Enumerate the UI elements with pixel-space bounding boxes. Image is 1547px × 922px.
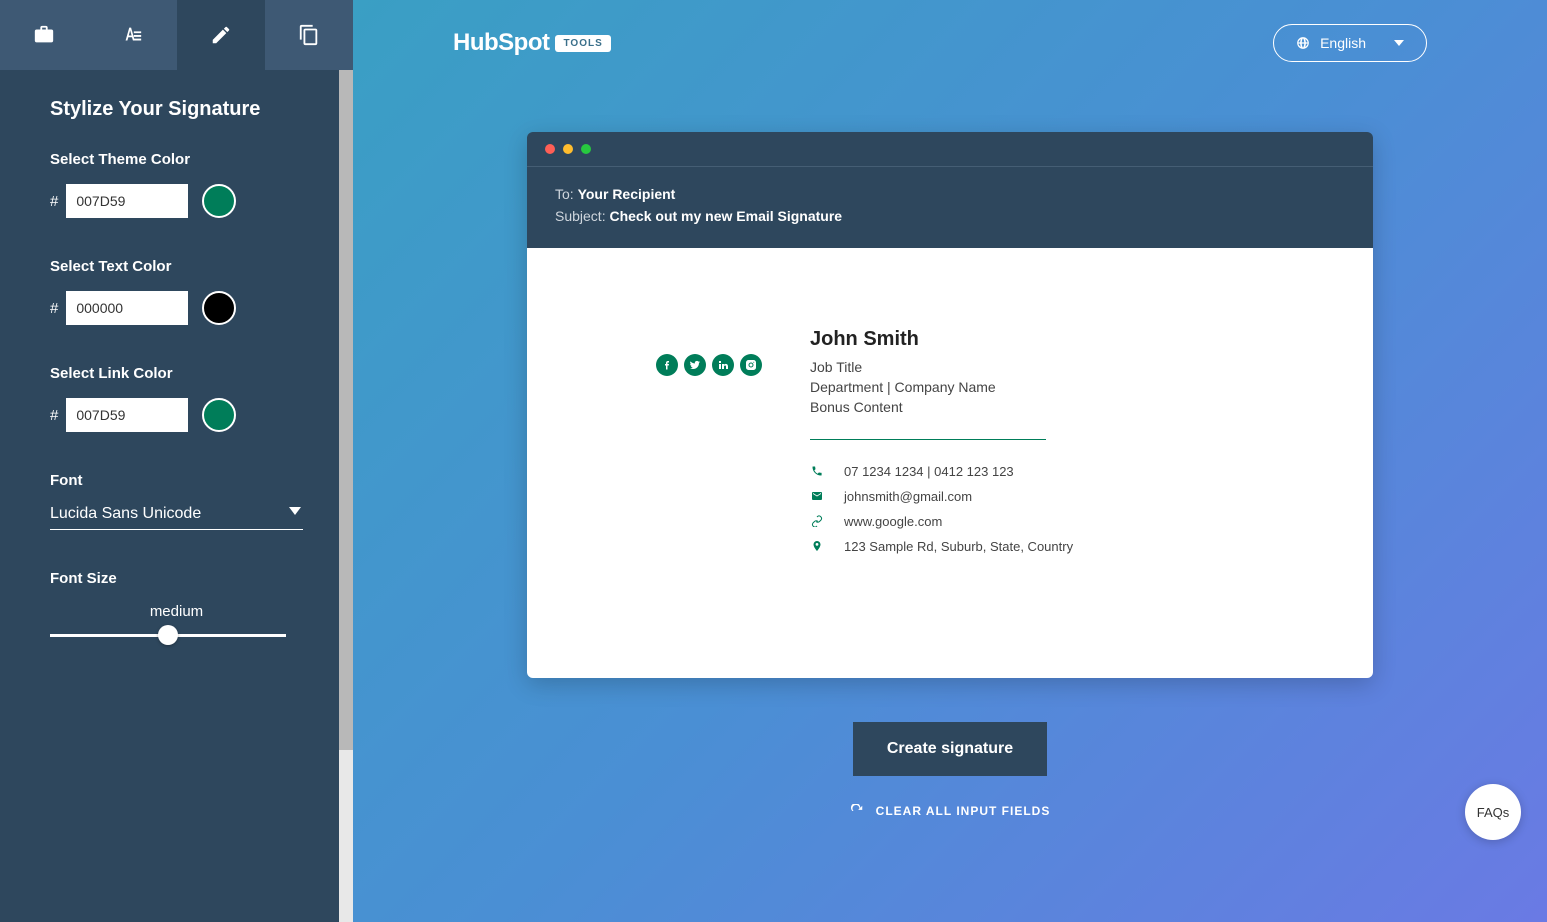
window-dot-red	[545, 144, 555, 154]
text-color-label: Select Text Color	[50, 258, 303, 275]
tab-stylize[interactable]	[177, 0, 265, 70]
linkedin-icon[interactable]	[712, 354, 734, 376]
contact-website-row: www.google.com	[810, 514, 1313, 529]
subject-value: Check out my new Email Signature	[609, 208, 842, 224]
social-icons	[587, 354, 762, 376]
scrollbar-thumb[interactable]	[339, 70, 353, 750]
location-icon	[810, 540, 824, 552]
font-label: Font	[50, 472, 303, 489]
copy-icon	[298, 24, 320, 46]
chevron-down-icon	[1394, 40, 1404, 46]
theme-color-swatch[interactable]	[202, 184, 236, 218]
theme-color-group: Select Theme Color #	[50, 151, 303, 218]
font-size-slider[interactable]	[50, 634, 286, 637]
to-value: Your Recipient	[578, 186, 676, 202]
contact-email: johnsmith@gmail.com	[844, 489, 972, 504]
signature-bonus: Bonus Content	[810, 399, 1313, 415]
language-value: English	[1320, 35, 1366, 51]
language-select[interactable]: English	[1273, 24, 1427, 62]
font-group: Font Lucida Sans Unicode	[50, 472, 303, 530]
text-color-input[interactable]	[66, 291, 188, 325]
pencil-icon	[210, 24, 232, 46]
refresh-icon	[850, 804, 864, 818]
contact-address: 123 Sample Rd, Suburb, State, Country	[844, 539, 1073, 554]
font-value: Lucida Sans Unicode	[50, 505, 201, 522]
link-color-input[interactable]	[66, 398, 188, 432]
text-color-group: Select Text Color #	[50, 258, 303, 325]
subject-label: Subject:	[555, 208, 606, 224]
contact-email-row: johnsmith@gmail.com	[810, 489, 1313, 504]
logo-badge: TOOLS	[555, 35, 610, 52]
logo-text: HubSpot	[453, 29, 549, 57]
sidebar-title: Stylize Your Signature	[50, 98, 303, 121]
sidebar-content: Stylize Your Signature Select Theme Colo…	[0, 70, 353, 697]
link-color-label: Select Link Color	[50, 365, 303, 382]
tab-copy[interactable]	[265, 0, 353, 70]
main-area: HubSpot TOOLS English To: Your Recipient…	[353, 0, 1547, 922]
window-chrome	[527, 132, 1373, 166]
tab-details[interactable]	[0, 0, 88, 70]
hash-symbol: #	[50, 300, 58, 317]
clear-fields-label: CLEAR ALL INPUT FIELDS	[876, 804, 1051, 818]
theme-color-label: Select Theme Color	[50, 151, 303, 168]
phone-icon	[810, 465, 824, 477]
text-color-swatch[interactable]	[202, 291, 236, 325]
window-dot-green	[581, 144, 591, 154]
facebook-icon[interactable]	[656, 354, 678, 376]
hubspot-logo: HubSpot TOOLS	[453, 29, 611, 57]
font-select[interactable]: Lucida Sans Unicode	[50, 505, 303, 530]
hash-symbol: #	[50, 193, 58, 210]
signature-name: John Smith	[810, 328, 1313, 351]
slider-thumb[interactable]	[158, 625, 178, 645]
faqs-button[interactable]: FAQs	[1465, 784, 1521, 840]
actions: Create signature CLEAR ALL INPUT FIELDS	[353, 722, 1547, 818]
contact-phone-row: 07 1234 1234 | 0412 123 123	[810, 464, 1313, 479]
font-size-label: Font Size	[50, 570, 303, 587]
signature-department: Department | Company Name	[810, 379, 1313, 395]
instagram-icon[interactable]	[740, 354, 762, 376]
contact-address-row: 123 Sample Rd, Suburb, State, Country	[810, 539, 1313, 554]
hash-symbol: #	[50, 407, 58, 424]
twitter-icon[interactable]	[684, 354, 706, 376]
sidebar: Stylize Your Signature Select Theme Colo…	[0, 0, 353, 922]
contact-phone: 07 1234 1234 | 0412 123 123	[844, 464, 1014, 479]
faqs-label: FAQs	[1477, 805, 1510, 820]
clear-fields-link[interactable]: CLEAR ALL INPUT FIELDS	[353, 804, 1547, 818]
signature-job-title: Job Title	[810, 359, 1313, 375]
theme-color-input[interactable]	[66, 184, 188, 218]
to-label: To:	[555, 186, 574, 202]
preview-window: To: Your Recipient Subject: Check out my…	[527, 132, 1373, 678]
link-color-swatch[interactable]	[202, 398, 236, 432]
font-size-group: Font Size medium	[50, 570, 303, 637]
sidebar-tabs	[0, 0, 353, 70]
create-signature-button[interactable]: Create signature	[853, 722, 1047, 776]
email-icon	[810, 490, 824, 502]
sidebar-scrollbar[interactable]	[339, 70, 353, 922]
topbar: HubSpot TOOLS English	[353, 0, 1547, 62]
signature-divider	[810, 439, 1046, 440]
signature-block: John Smith Job Title Department | Compan…	[810, 328, 1313, 564]
email-header: To: Your Recipient Subject: Check out my…	[527, 166, 1373, 248]
email-body: John Smith Job Title Department | Compan…	[527, 248, 1373, 678]
font-size-current: medium	[50, 603, 303, 620]
chevron-down-icon	[289, 507, 301, 515]
contact-website: www.google.com	[844, 514, 942, 529]
link-icon	[810, 515, 824, 527]
briefcase-icon	[33, 24, 55, 46]
link-color-group: Select Link Color #	[50, 365, 303, 432]
window-dot-yellow	[563, 144, 573, 154]
tab-template[interactable]	[88, 0, 176, 70]
globe-icon	[1296, 36, 1310, 50]
text-style-icon	[121, 24, 143, 46]
